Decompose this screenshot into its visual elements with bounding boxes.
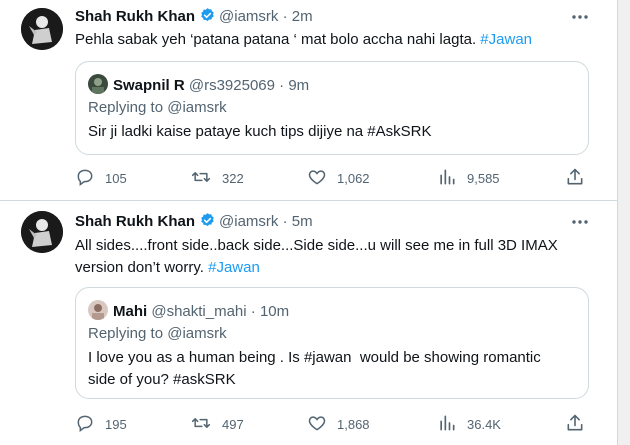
quoted-author-avatar bbox=[88, 300, 108, 320]
tweet-header: Shah Rukh Khan @iamsrk · 2m bbox=[75, 7, 313, 27]
like-count: 1,062 bbox=[337, 171, 370, 186]
tweet-text-body: Pehla sabak yeh ‘patana patana ‘ mat bol… bbox=[75, 31, 481, 48]
quoted-tweet[interactable]: Mahi @shakti_mahi · 10m Replying to @iam… bbox=[75, 287, 589, 399]
tweet-1[interactable]: Shah Rukh Khan @iamsrk · 2m Pehla sabak y… bbox=[0, 0, 617, 201]
verified-badge-icon bbox=[199, 7, 216, 30]
quoted-timestamp: 9m bbox=[288, 77, 310, 94]
tweet-actions: 105 322 1,062 9,585 bbox=[75, 167, 595, 187]
like-button[interactable]: 1,062 bbox=[307, 167, 370, 187]
views-count: 9,585 bbox=[467, 171, 500, 186]
tweet-text-line-2: version don’t worry. #Jawan bbox=[75, 257, 595, 279]
quoted-tweet[interactable]: Swapnil R @rs3925069 · 9m Replying to @i… bbox=[75, 61, 589, 155]
retweet-icon bbox=[191, 172, 211, 182]
tweet-text-body: version don’t worry. bbox=[75, 259, 209, 276]
replying-to: Replying to @iamsrk bbox=[88, 98, 227, 118]
replying-label: Replying to bbox=[88, 99, 168, 116]
quoted-tweet-header: Swapnil R @rs3925069 · 9m bbox=[88, 74, 309, 94]
author-name[interactable]: Shah Rukh Khan bbox=[75, 8, 195, 25]
quoted-author-avatar bbox=[88, 74, 108, 94]
retweet-button[interactable]: 497 bbox=[190, 413, 244, 433]
reply-button[interactable]: 195 bbox=[75, 413, 127, 433]
quoted-author-name: Swapnil R bbox=[113, 77, 185, 94]
separator-dot: · bbox=[282, 8, 288, 25]
share-icon bbox=[567, 414, 583, 431]
replying-to-handle: @iamsrk bbox=[167, 99, 227, 116]
retweet-count: 322 bbox=[222, 171, 244, 186]
author-handle[interactable]: @iamsrk bbox=[219, 8, 278, 25]
like-icon bbox=[308, 170, 326, 185]
timestamp[interactable]: 5m bbox=[292, 213, 313, 230]
share-button[interactable] bbox=[565, 167, 585, 187]
separator-dot: · bbox=[282, 213, 288, 230]
more-horizontal-icon[interactable] bbox=[570, 7, 590, 27]
quoted-tweet-text: I love you as a human being . Is #jawan … bbox=[88, 347, 558, 391]
retweet-button[interactable]: 322 bbox=[190, 167, 244, 187]
quoted-tweet-header: Mahi @shakti_mahi · 10m bbox=[88, 300, 289, 320]
verified-badge-icon bbox=[199, 212, 216, 235]
tweet-text: Pehla sabak yeh ‘patana patana ‘ mat bol… bbox=[75, 29, 595, 51]
like-count: 1,868 bbox=[337, 417, 370, 432]
views-icon bbox=[440, 169, 455, 185]
views-button[interactable]: 36.4K bbox=[437, 413, 501, 433]
retweet-icon bbox=[191, 418, 211, 428]
more-horizontal-icon[interactable] bbox=[570, 212, 590, 232]
like-button[interactable]: 1,868 bbox=[307, 413, 370, 433]
tweet-text-line-1: All sides....front side..back side...Sid… bbox=[75, 237, 558, 254]
separator-dot: · bbox=[250, 303, 256, 320]
window-edge bbox=[617, 0, 630, 445]
quoted-author-handle: @rs3925069 bbox=[188, 77, 275, 94]
avatar[interactable] bbox=[21, 211, 63, 253]
reply-button[interactable]: 105 bbox=[75, 167, 127, 187]
separator-dot: · bbox=[279, 77, 285, 94]
hashtag-link[interactable]: #Jawan bbox=[208, 259, 260, 276]
replying-label: Replying to bbox=[88, 325, 168, 342]
reply-count: 195 bbox=[105, 417, 127, 432]
quoted-timestamp: 10m bbox=[259, 303, 290, 320]
quoted-author-name: Mahi bbox=[113, 303, 148, 320]
like-icon bbox=[308, 416, 326, 431]
reply-icon bbox=[77, 415, 93, 432]
reply-icon bbox=[77, 169, 93, 186]
quoted-text-line-2: side of you? #askSRK bbox=[88, 371, 236, 388]
replying-to-handle: @iamsrk bbox=[167, 325, 227, 342]
tweet-2[interactable]: Shah Rukh Khan @iamsrk · 5m All sides....… bbox=[0, 201, 617, 445]
quoted-author-handle: @shakti_mahi bbox=[151, 303, 247, 320]
replying-to: Replying to @iamsrk bbox=[88, 324, 227, 344]
tweet-text: All sides....front side..back side...Sid… bbox=[75, 235, 595, 279]
views-button[interactable]: 9,585 bbox=[437, 167, 500, 187]
views-count: 36.4K bbox=[467, 417, 501, 432]
share-button[interactable] bbox=[565, 413, 585, 433]
tweet-actions: 195 497 1,868 36.4K bbox=[75, 413, 595, 433]
retweet-count: 497 bbox=[222, 417, 244, 432]
reply-count: 105 bbox=[105, 171, 127, 186]
timestamp[interactable]: 2m bbox=[292, 8, 313, 25]
share-icon bbox=[567, 168, 583, 185]
views-icon bbox=[440, 415, 455, 431]
hashtag-link[interactable]: #Jawan bbox=[480, 31, 532, 48]
quoted-text-line-1: I love you as a human being . Is #jawan … bbox=[88, 349, 541, 366]
quoted-tweet-text: Sir ji ladki kaise pataye kuch tips diji… bbox=[88, 123, 432, 140]
tweet-header: Shah Rukh Khan @iamsrk · 5m bbox=[75, 212, 313, 232]
author-name[interactable]: Shah Rukh Khan bbox=[75, 213, 195, 230]
author-handle[interactable]: @iamsrk bbox=[219, 213, 278, 230]
avatar[interactable] bbox=[21, 8, 63, 50]
